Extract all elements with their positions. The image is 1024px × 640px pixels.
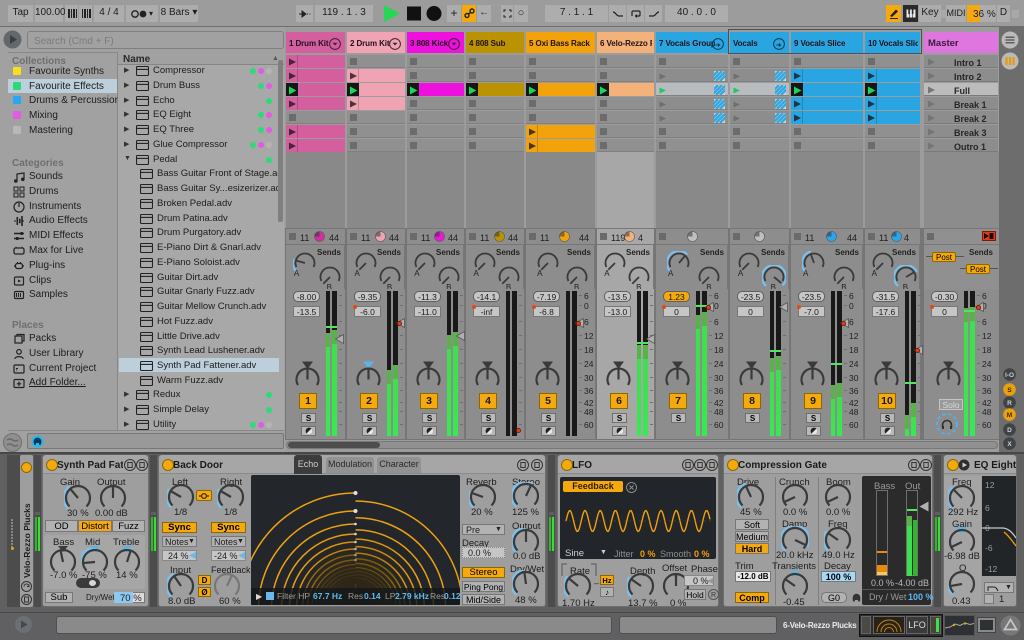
svg-text:R: R [1007,400,1012,407]
svg-text:R: R [711,592,716,599]
svg-text:X: X [1007,441,1012,448]
svg-text:D: D [1007,427,1012,434]
svg-text:M: M [1007,412,1012,419]
svg-text:I-O: I-O [1005,372,1014,379]
svg-text:S: S [1007,387,1012,394]
